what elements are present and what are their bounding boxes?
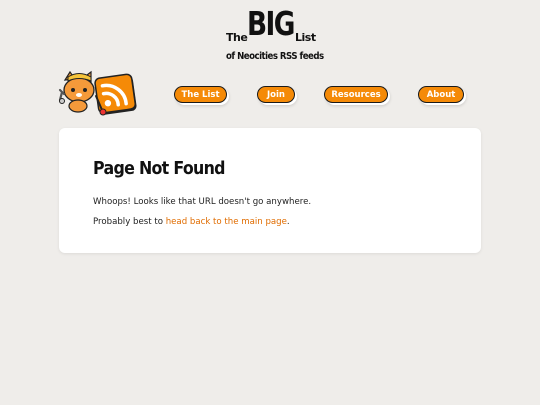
error-message: Whoops! Looks like that URL doesn't go a… [93,197,312,207]
main-nav: The List Join Resources About [0,86,540,108]
nav-about-button[interactable]: About [418,86,464,103]
site-title: The BIG List of Neocities RSS feeds [226,4,326,66]
nav-the-list-button[interactable]: The List [174,86,227,103]
site-title-list: List [295,31,316,44]
site-title-big: BIG [247,4,295,43]
site-subtitle: of Neocities RSS feeds [226,51,324,62]
suggestion-text: Probably best to head back to the main p… [93,217,290,227]
page-title: Page Not Found [93,158,225,179]
site-title-the: The [226,31,248,44]
suggestion-prefix: Probably best to [93,217,166,227]
content-card: Page Not Found Whoops! Looks like that U… [59,128,481,253]
suggestion-suffix: . [286,217,290,227]
main-page-link[interactable]: head back to the main page [166,217,287,227]
nav-join-button[interactable]: Join [257,86,295,103]
nav-resources-button[interactable]: Resources [324,86,388,103]
